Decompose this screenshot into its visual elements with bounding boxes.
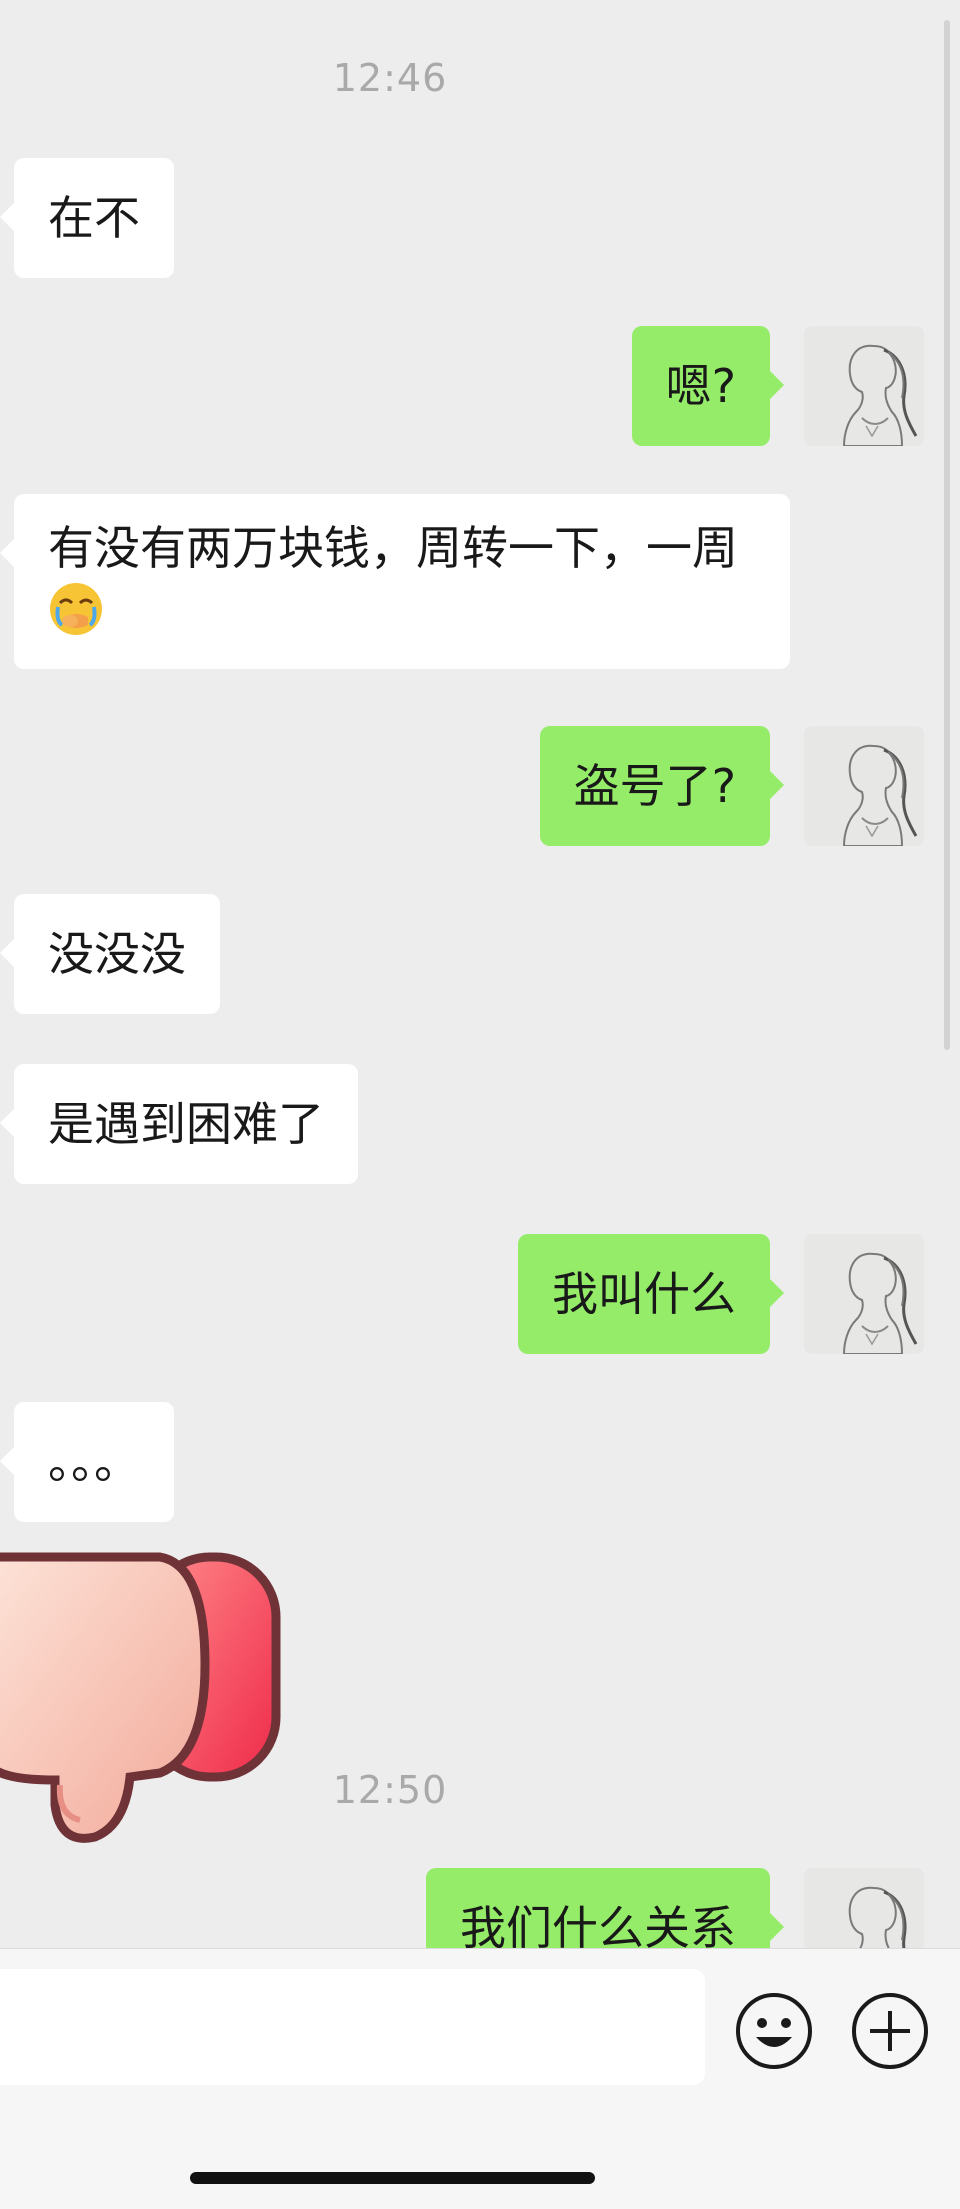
avatar-image — [804, 1234, 924, 1354]
message-text: 。。。 — [48, 1435, 140, 1489]
avatar[interactable] — [804, 1234, 924, 1354]
message-text: 我叫什么 — [552, 1267, 736, 1321]
scrollbar[interactable] — [944, 20, 950, 1050]
outgoing-message[interactable]: 盗号了? — [539, 726, 785, 846]
incoming-message[interactable]: 是遇到困难了 — [0, 1064, 358, 1184]
outgoing-message[interactable]: 我们什么关系 — [426, 1868, 784, 1948]
avatar-image — [804, 726, 924, 846]
message-text: 在不 — [48, 191, 140, 245]
message-text: 是遇到困难了 — [48, 1097, 324, 1151]
smiley-face-icon[interactable] — [734, 1991, 814, 2071]
message-text: 有没有两万块钱，周转一下，一周 — [48, 521, 738, 575]
message-text: 嗯? — [665, 359, 736, 413]
message-input[interactable] — [0, 1969, 705, 2085]
chat-area[interactable]: 12:46 在不 嗯? 有没有两万块钱，周转一下，一周 盗号了? 没没没 是遇到… — [0, 0, 960, 1948]
message-text: 盗号了? — [573, 759, 736, 813]
plus-circle-icon[interactable] — [850, 1991, 930, 2071]
message-text: 我们什么关系 — [460, 1901, 736, 1948]
incoming-message[interactable]: 没没没 — [0, 894, 220, 1014]
timestamp: 12:50 — [332, 1768, 448, 1812]
crying-face-emoji-icon — [50, 583, 102, 635]
incoming-message[interactable]: 。。。 — [0, 1402, 174, 1522]
message-text: 没没没 — [48, 927, 186, 981]
composer-bar — [0, 1948, 960, 2209]
avatar-image — [804, 1868, 924, 1948]
outgoing-message[interactable]: 嗯? — [631, 326, 785, 446]
outgoing-message[interactable]: 我叫什么 — [518, 1234, 784, 1354]
incoming-message[interactable]: 在不 — [0, 158, 174, 278]
avatar[interactable] — [804, 326, 924, 446]
incoming-message[interactable]: 有没有两万块钱，周转一下，一周 — [0, 494, 790, 669]
avatar[interactable] — [804, 1868, 924, 1948]
timestamp: 12:46 — [332, 56, 448, 100]
avatar-image — [804, 326, 924, 446]
home-indicator[interactable] — [190, 2172, 595, 2184]
avatar[interactable] — [804, 726, 924, 846]
